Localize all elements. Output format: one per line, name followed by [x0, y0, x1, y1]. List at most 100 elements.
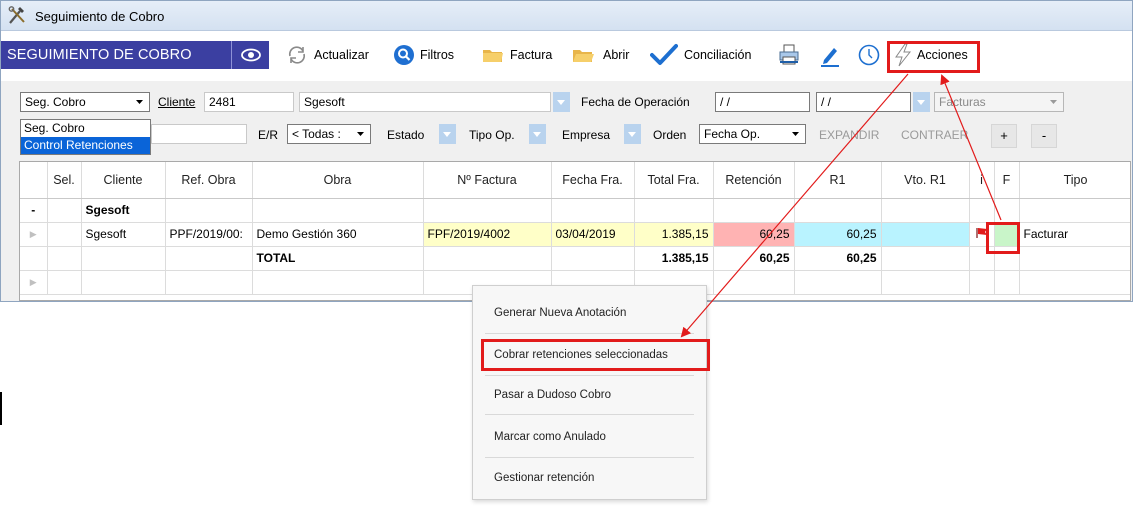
chevron-down-icon	[792, 132, 799, 136]
banner-divider	[231, 41, 232, 69]
printer-icon[interactable]	[777, 43, 801, 67]
module-banner: SEGUIMIENTO DE COBRO	[1, 41, 269, 69]
status-label: Estado	[387, 128, 425, 142]
date-dropdown-button[interactable]	[913, 92, 930, 112]
column-header-r1-due[interactable]: Vto. R1	[881, 162, 970, 199]
document-type-value: Facturas	[939, 95, 986, 109]
er-select[interactable]: < Todas :	[287, 124, 371, 144]
menu-item-doubtful-collection[interactable]: Pasar a Dudoso Cobro	[494, 389, 611, 401]
date-to-field[interactable]: / /	[816, 92, 911, 112]
column-header-retention[interactable]: Retención	[713, 162, 795, 199]
eye-icon[interactable]	[240, 46, 262, 64]
reconciliation-label: Conciliación	[684, 48, 752, 62]
row-indicator[interactable]: ▶	[20, 222, 48, 247]
new-row-indicator[interactable]: ▶	[20, 270, 48, 295]
client-name-field[interactable]: Sgesoft	[299, 92, 551, 112]
column-header-i[interactable]: i	[969, 162, 995, 199]
total-invoice-value: 1.385,15	[634, 246, 714, 271]
mode-select[interactable]: Seg. Cobro	[20, 92, 150, 112]
add-button[interactable]: +	[991, 124, 1017, 148]
mode-option-seg-cobro[interactable]: Seg. Cobro	[21, 120, 150, 137]
column-header-type[interactable]: Tipo	[1019, 162, 1130, 199]
secondary-search-field[interactable]	[151, 124, 247, 144]
column-header-sel[interactable]: Sel.	[47, 162, 82, 199]
client-code-field[interactable]: 2481	[204, 92, 294, 112]
column-header-invoice-date[interactable]: Fecha Fra.	[551, 162, 635, 199]
r1-cell: 60,25	[794, 222, 882, 247]
order-select[interactable]: Fecha Op.	[699, 124, 806, 144]
column-header-ref-obra[interactable]: Ref. Obra	[165, 162, 253, 199]
window-title: Seguimiento de Cobro	[35, 9, 165, 24]
refresh-label: Actualizar	[314, 48, 369, 62]
tools-icon	[8, 6, 25, 24]
mode-dropdown-list: Seg. Cobro Control Retenciones	[20, 119, 151, 155]
mode-select-value: Seg. Cobro	[25, 95, 86, 109]
table-row[interactable]: ▶ Sgesoft PPF/2019/00: Demo Gestión 360 …	[20, 222, 1130, 247]
group-name: Sgesoft	[81, 198, 166, 223]
highlight-collect-retentions	[481, 339, 710, 371]
chevron-down-icon	[1050, 100, 1057, 104]
total-r1-value: 60,25	[794, 246, 882, 271]
mode-option-control-retenciones[interactable]: Control Retenciones	[21, 137, 150, 154]
er-label: E/R	[258, 128, 279, 142]
menu-separator	[485, 333, 694, 334]
remove-button[interactable]: -	[1031, 124, 1057, 148]
date-from-value: / /	[720, 95, 731, 109]
menu-item-new-annotation[interactable]: Generar Nueva Anotación	[494, 307, 626, 319]
retention-cell: 60,25	[713, 222, 795, 247]
document-type-select[interactable]: Facturas	[934, 92, 1064, 112]
status-dropdown-button[interactable]	[439, 124, 456, 144]
order-label: Orden	[653, 128, 687, 142]
clock-icon[interactable]	[857, 43, 881, 67]
invoice-button[interactable]: Factura	[481, 43, 561, 67]
grid-header: Sel. Cliente Ref. Obra Obra Nº Factura F…	[20, 162, 1130, 199]
invoice-total-cell: 1.385,15	[634, 222, 714, 247]
total-retention-value: 60,25	[713, 246, 795, 271]
menu-separator	[485, 375, 694, 376]
column-header-f[interactable]: F	[994, 162, 1020, 199]
company-dropdown-button[interactable]	[624, 124, 641, 144]
client-label[interactable]: Cliente	[158, 95, 195, 109]
reconciliation-button[interactable]: Conciliación	[650, 43, 760, 67]
chevron-down-icon	[136, 100, 143, 104]
group-collapse-toggle[interactable]: -	[20, 198, 48, 223]
obra-cell: Demo Gestión 360	[252, 222, 424, 247]
collections-grid: Sel. Cliente Ref. Obra Obra Nº Factura F…	[19, 161, 1131, 301]
chevron-down-icon	[357, 132, 364, 136]
total-row: TOTAL 1.385,15 60,25 60,25	[20, 246, 1130, 271]
column-header-invoice-number[interactable]: Nº Factura	[423, 162, 552, 199]
operation-type-dropdown-button[interactable]	[529, 124, 546, 144]
expand-button[interactable]: EXPANDIR	[819, 128, 879, 142]
refresh-button[interactable]: Actualizar	[285, 43, 380, 67]
date-to-value: / /	[821, 95, 832, 109]
menu-item-manage-retention[interactable]: Gestionar retención	[494, 472, 594, 484]
client-dropdown-button[interactable]	[553, 92, 570, 112]
refresh-icon	[288, 46, 306, 64]
select-cell[interactable]	[47, 222, 82, 247]
invoice-label: Factura	[510, 48, 553, 62]
column-header-client[interactable]: Cliente	[81, 162, 166, 199]
client-code-value: 2481	[209, 95, 236, 109]
invoice-date-cell: 03/04/2019	[551, 222, 635, 247]
order-select-value: Fecha Op.	[704, 127, 761, 141]
collapse-button[interactable]: CONTRAER	[901, 128, 968, 142]
ref-obra-cell: PPF/2019/00:	[165, 222, 253, 247]
search-icon	[394, 45, 414, 65]
filters-button[interactable]: Filtros	[392, 43, 470, 67]
group-row[interactable]: - Sgesoft	[20, 198, 1130, 223]
er-select-value: < Todas :	[292, 127, 341, 141]
column-header-r1[interactable]: R1	[794, 162, 882, 199]
open-button[interactable]: Abrir	[571, 43, 641, 67]
row-indicator-header	[20, 162, 48, 199]
highlight-flag	[986, 222, 1020, 254]
date-from-field[interactable]: / /	[715, 92, 810, 112]
filters-label: Filtros	[420, 48, 455, 62]
company-label: Empresa	[562, 128, 611, 142]
actions-context-menu: Generar Nueva Anotación Cobrar retencion…	[472, 285, 707, 500]
menu-item-mark-cancelled[interactable]: Marcar como Anulado	[494, 431, 606, 443]
pencil-icon[interactable]	[819, 43, 841, 67]
column-header-obra[interactable]: Obra	[252, 162, 424, 199]
r1-due-cell	[881, 222, 970, 247]
type-cell: Facturar	[1019, 222, 1130, 247]
column-header-invoice-total[interactable]: Total Fra.	[634, 162, 714, 199]
